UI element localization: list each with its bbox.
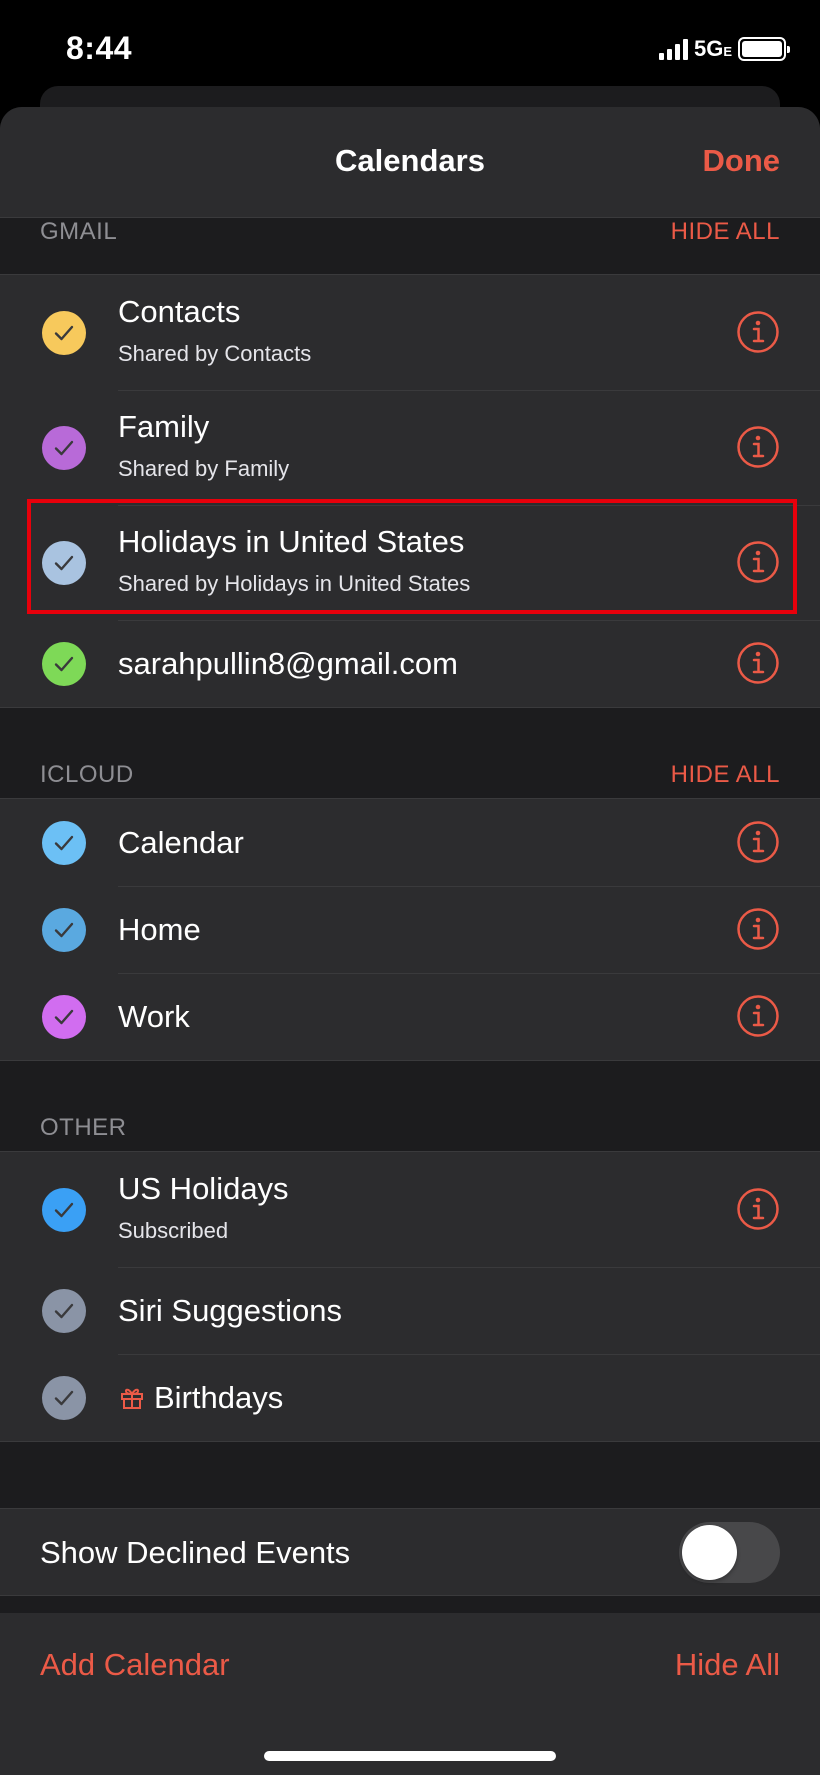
battery-icon bbox=[738, 37, 790, 61]
checkmark-icon[interactable] bbox=[42, 821, 86, 865]
calendar-title: Family bbox=[118, 409, 210, 444]
hide-all-gmail-button[interactable]: HIDE ALL bbox=[671, 218, 780, 246]
hide-all-button[interactable]: Hide All bbox=[675, 1647, 780, 1683]
calendar-subtitle: Subscribed bbox=[118, 1218, 229, 1243]
checkmark-icon[interactable] bbox=[42, 995, 86, 1039]
info-icon[interactable] bbox=[736, 907, 780, 951]
calendar-subtitle: Shared by Contacts bbox=[118, 341, 312, 366]
calendar-row-us-holidays[interactable]: US Holidays Subscribed bbox=[0, 1152, 820, 1267]
checkmark-icon[interactable] bbox=[42, 426, 86, 470]
calendar-title-text: Birthdays bbox=[154, 1380, 284, 1415]
calendar-title: US Holidays bbox=[118, 1171, 289, 1206]
checkmark-icon[interactable] bbox=[42, 642, 86, 686]
done-button[interactable]: Done bbox=[703, 143, 781, 179]
checkmark-icon[interactable] bbox=[42, 1289, 86, 1333]
section-header-other: OTHER bbox=[0, 1096, 820, 1152]
section-label: GMAIL bbox=[40, 218, 118, 245]
calendar-title: Work bbox=[118, 999, 190, 1034]
show-declined-events-label: Show Declined Events bbox=[40, 1535, 351, 1570]
calendar-subtitle: Shared by Family bbox=[118, 456, 290, 481]
checkmark-icon[interactable] bbox=[42, 311, 86, 355]
info-icon[interactable] bbox=[736, 820, 780, 864]
calendar-title: Home bbox=[118, 912, 201, 947]
calendar-title: Contacts bbox=[118, 294, 241, 329]
info-icon[interactable] bbox=[736, 310, 780, 354]
calendar-row-home[interactable]: Home bbox=[0, 886, 820, 973]
icloud-group: Calendar Home Work bbox=[0, 798, 820, 1061]
page-title: Calendars bbox=[335, 143, 485, 178]
calendar-row-sarahpullin8[interactable]: sarahpullin8@gmail.com bbox=[0, 620, 820, 707]
info-icon[interactable] bbox=[736, 994, 780, 1038]
calendar-row-contacts[interactable]: Contacts Shared by Contacts bbox=[0, 275, 820, 390]
other-group: US Holidays Subscribed Siri Suggestions … bbox=[0, 1151, 820, 1442]
calendar-title: Calendar bbox=[118, 825, 244, 860]
signal-icon bbox=[658, 38, 688, 60]
calendar-row-family[interactable]: Family Shared by Family bbox=[0, 390, 820, 505]
hide-all-icloud-button[interactable]: HIDE ALL bbox=[671, 761, 780, 789]
checkmark-icon[interactable] bbox=[42, 908, 86, 952]
info-icon[interactable] bbox=[736, 425, 780, 469]
calendar-title: Siri Suggestions bbox=[118, 1293, 343, 1328]
status-bar: 8:44 5GE bbox=[0, 0, 820, 100]
calendar-title: sarahpullin8@gmail.com bbox=[118, 646, 458, 681]
calendar-row-siri-suggestions[interactable]: Siri Suggestions bbox=[0, 1267, 820, 1354]
selection-highlight bbox=[27, 499, 797, 614]
network-type: 5GE bbox=[693, 36, 732, 61]
show-declined-events-toggle[interactable] bbox=[679, 1522, 780, 1583]
section-label: ICLOUD bbox=[40, 761, 134, 788]
status-time: 8:44 bbox=[66, 30, 133, 66]
info-icon[interactable] bbox=[736, 641, 780, 685]
calendar-row-work[interactable]: Work bbox=[0, 973, 820, 1060]
show-declined-events-row: Show Declined Events bbox=[0, 1508, 820, 1596]
section-label: OTHER bbox=[40, 1114, 127, 1141]
calendar-row-birthdays[interactable]: Birthdays bbox=[0, 1354, 820, 1441]
calendar-row-calendar[interactable]: Calendar bbox=[0, 799, 820, 886]
section-header-gmail: GMAIL HIDE ALL bbox=[0, 200, 820, 256]
checkmark-icon[interactable] bbox=[42, 1188, 86, 1232]
calendar-title-with-icon: Birthdays bbox=[118, 1380, 283, 1416]
status-indicators: 5GE bbox=[658, 36, 790, 62]
gift-icon bbox=[121, 1388, 143, 1409]
home-indicator[interactable] bbox=[264, 1751, 556, 1761]
section-header-icloud: ICLOUD HIDE ALL bbox=[0, 743, 820, 799]
gmail-group: Contacts Shared by Contacts Family Share… bbox=[0, 274, 820, 708]
add-calendar-button[interactable]: Add Calendar bbox=[40, 1647, 230, 1683]
checkmark-icon[interactable] bbox=[42, 1376, 86, 1420]
toggle-knob bbox=[682, 1525, 737, 1580]
info-icon[interactable] bbox=[736, 1187, 780, 1231]
